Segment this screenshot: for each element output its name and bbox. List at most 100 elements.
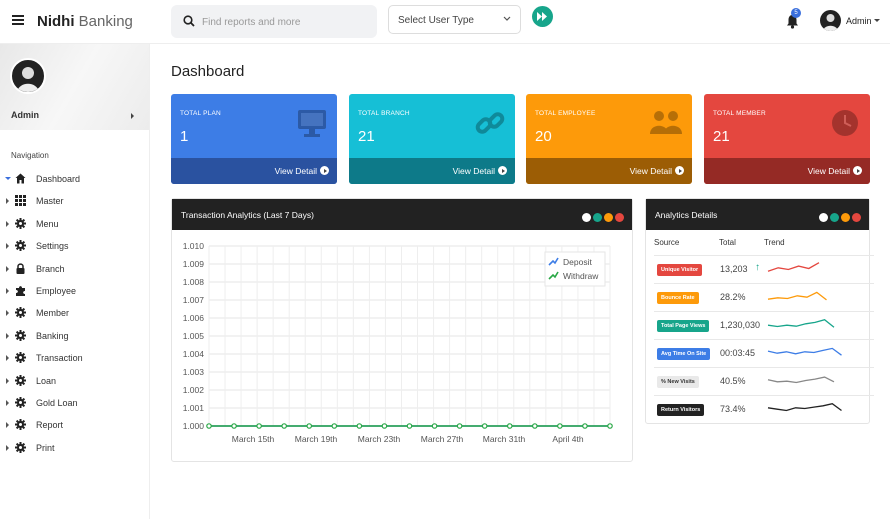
data-point[interactable] xyxy=(381,423,388,429)
expand-arrow-icon xyxy=(6,377,9,384)
data-point[interactable] xyxy=(206,423,212,429)
legend-label[interactable]: Deposit xyxy=(563,257,592,267)
gear-icon xyxy=(15,240,26,252)
gear-icon xyxy=(15,396,26,408)
caret-right-icon[interactable] xyxy=(131,113,134,119)
trend-sparkline xyxy=(767,402,842,412)
clock-icon xyxy=(830,108,860,143)
data-point[interactable] xyxy=(456,423,463,429)
close-icon[interactable] xyxy=(615,213,624,222)
data-point[interactable] xyxy=(306,423,313,429)
arrow-circle-right-icon xyxy=(853,166,862,175)
sidebar-item-label: Banking xyxy=(36,330,69,341)
data-point[interactable] xyxy=(431,423,438,429)
fullscreen-icon[interactable] xyxy=(582,213,591,222)
sidebar-item-gold-loan[interactable]: Gold Loan xyxy=(0,392,149,414)
sidebar-item-branch[interactable]: Branch xyxy=(0,258,149,280)
minimize-icon[interactable] xyxy=(604,213,613,222)
table-row: Avg Time On Site 00:03:45 xyxy=(654,339,874,367)
sidebar-item-transaction[interactable]: Transaction xyxy=(0,347,149,369)
view-detail-link[interactable]: View Detail xyxy=(171,158,337,184)
fullscreen-icon[interactable] xyxy=(819,213,828,222)
search-input[interactable] xyxy=(202,14,367,30)
sidebar-item-menu[interactable]: Menu xyxy=(0,213,149,235)
expand-arrow-icon xyxy=(6,220,9,227)
sidebar-item-report[interactable]: Report xyxy=(0,414,149,436)
data-point[interactable] xyxy=(582,423,588,429)
sidebar-item-print[interactable]: Print xyxy=(0,437,149,459)
data-point[interactable] xyxy=(557,423,563,429)
table-row: Bounce Rate 28.2% xyxy=(654,283,874,311)
source-badge: Return Visitors xyxy=(657,404,705,416)
y-tick-label: 1.000 xyxy=(183,421,205,431)
data-point[interactable] xyxy=(331,423,338,429)
transaction-analytics-panel: Transaction Analytics (Last 7 Days) 1.00… xyxy=(171,198,633,462)
table-row: Total Page Views 1,230,030 xyxy=(654,311,874,339)
legend-label[interactable]: Withdraw xyxy=(563,271,599,281)
lock-icon xyxy=(16,262,25,274)
y-tick-label: 1.005 xyxy=(183,331,205,341)
view-detail-link[interactable]: View Detail xyxy=(704,158,870,184)
data-point[interactable] xyxy=(281,423,287,429)
sidebar-item-label: Report xyxy=(36,420,64,431)
total-value: 1,230,030 xyxy=(720,320,761,330)
analytics-details-panel: Analytics Details Source Total Trend Uni… xyxy=(645,198,874,424)
column-header: Source xyxy=(654,238,680,247)
sidebar-item-settings[interactable]: Settings xyxy=(0,235,149,257)
stat-value: 21 xyxy=(358,128,375,145)
sidebar-item-member[interactable]: Member xyxy=(0,302,149,324)
page-title: Dashboard xyxy=(171,63,245,80)
table-row: Return Visitors 73.4% xyxy=(654,395,874,423)
user-type-select[interactable]: Select User Type xyxy=(388,5,521,34)
data-point[interactable] xyxy=(506,423,513,429)
sidebar-item-master[interactable]: Master xyxy=(0,190,149,212)
sidebar-item-employee[interactable]: Employee xyxy=(0,280,149,302)
stat-card-total-plan: TOTAL PLAN 1 View Detail xyxy=(171,94,337,184)
data-point[interactable] xyxy=(532,423,538,429)
data-point[interactable] xyxy=(406,423,413,429)
data-point[interactable] xyxy=(481,423,488,429)
view-detail-link[interactable]: View Detail xyxy=(526,158,692,184)
refresh-icon[interactable] xyxy=(593,213,602,222)
avatar[interactable] xyxy=(820,10,841,31)
caret-down-icon[interactable] xyxy=(874,19,880,22)
home-icon xyxy=(15,173,26,184)
sidebar-item-label: Employee xyxy=(36,285,77,296)
brand-logo[interactable]: Nidhi Banking xyxy=(37,13,133,30)
view-detail-link[interactable]: View Detail xyxy=(349,158,515,184)
refresh-icon[interactable] xyxy=(830,213,839,222)
panel-title: Analytics Details xyxy=(655,210,718,220)
data-point[interactable] xyxy=(256,423,262,429)
data-point[interactable] xyxy=(356,423,363,429)
view-detail-label: View Detail xyxy=(807,166,850,176)
search-box xyxy=(171,5,377,38)
menu-toggle-icon[interactable] xyxy=(12,15,24,25)
expand-arrow-icon xyxy=(6,243,9,250)
minimize-icon[interactable] xyxy=(841,213,850,222)
arrow-circle-right-icon xyxy=(320,166,329,175)
source-badge: Avg Time On Site xyxy=(657,348,711,360)
user-menu-name[interactable]: Admin xyxy=(846,16,872,26)
sidebar-item-dashboard[interactable]: Dashboard xyxy=(0,168,149,190)
arrow-circle-right-icon xyxy=(498,166,507,175)
y-tick-label: 1.010 xyxy=(183,241,205,251)
sidebar-profile: Admin xyxy=(0,44,149,130)
x-tick-label: March 31th xyxy=(483,434,526,444)
sidebar-username[interactable]: Admin xyxy=(11,110,39,120)
sidebar-item-banking[interactable]: Banking xyxy=(0,325,149,347)
sidebar-item-loan[interactable]: Loan xyxy=(0,370,149,392)
sparkline-line xyxy=(767,318,835,328)
stat-label: TOTAL PLAN xyxy=(180,110,221,117)
panel-title: Transaction Analytics (Last 7 Days) xyxy=(181,210,314,220)
sidebar-item-label: Branch xyxy=(36,263,65,274)
stat-value: 21 xyxy=(713,128,730,145)
trend-sparkline xyxy=(767,318,835,328)
expand-arrow-icon xyxy=(6,444,9,451)
data-point[interactable] xyxy=(607,423,613,429)
data-point[interactable] xyxy=(231,423,237,429)
close-icon[interactable] xyxy=(852,213,861,222)
stat-card-total-employee: TOTAL EMPLOYEE 20 View Detail xyxy=(526,94,692,184)
nav-heading: Navigation xyxy=(11,151,49,160)
fast-forward-button[interactable] xyxy=(532,6,553,27)
x-tick-label: March 15th xyxy=(232,434,275,444)
